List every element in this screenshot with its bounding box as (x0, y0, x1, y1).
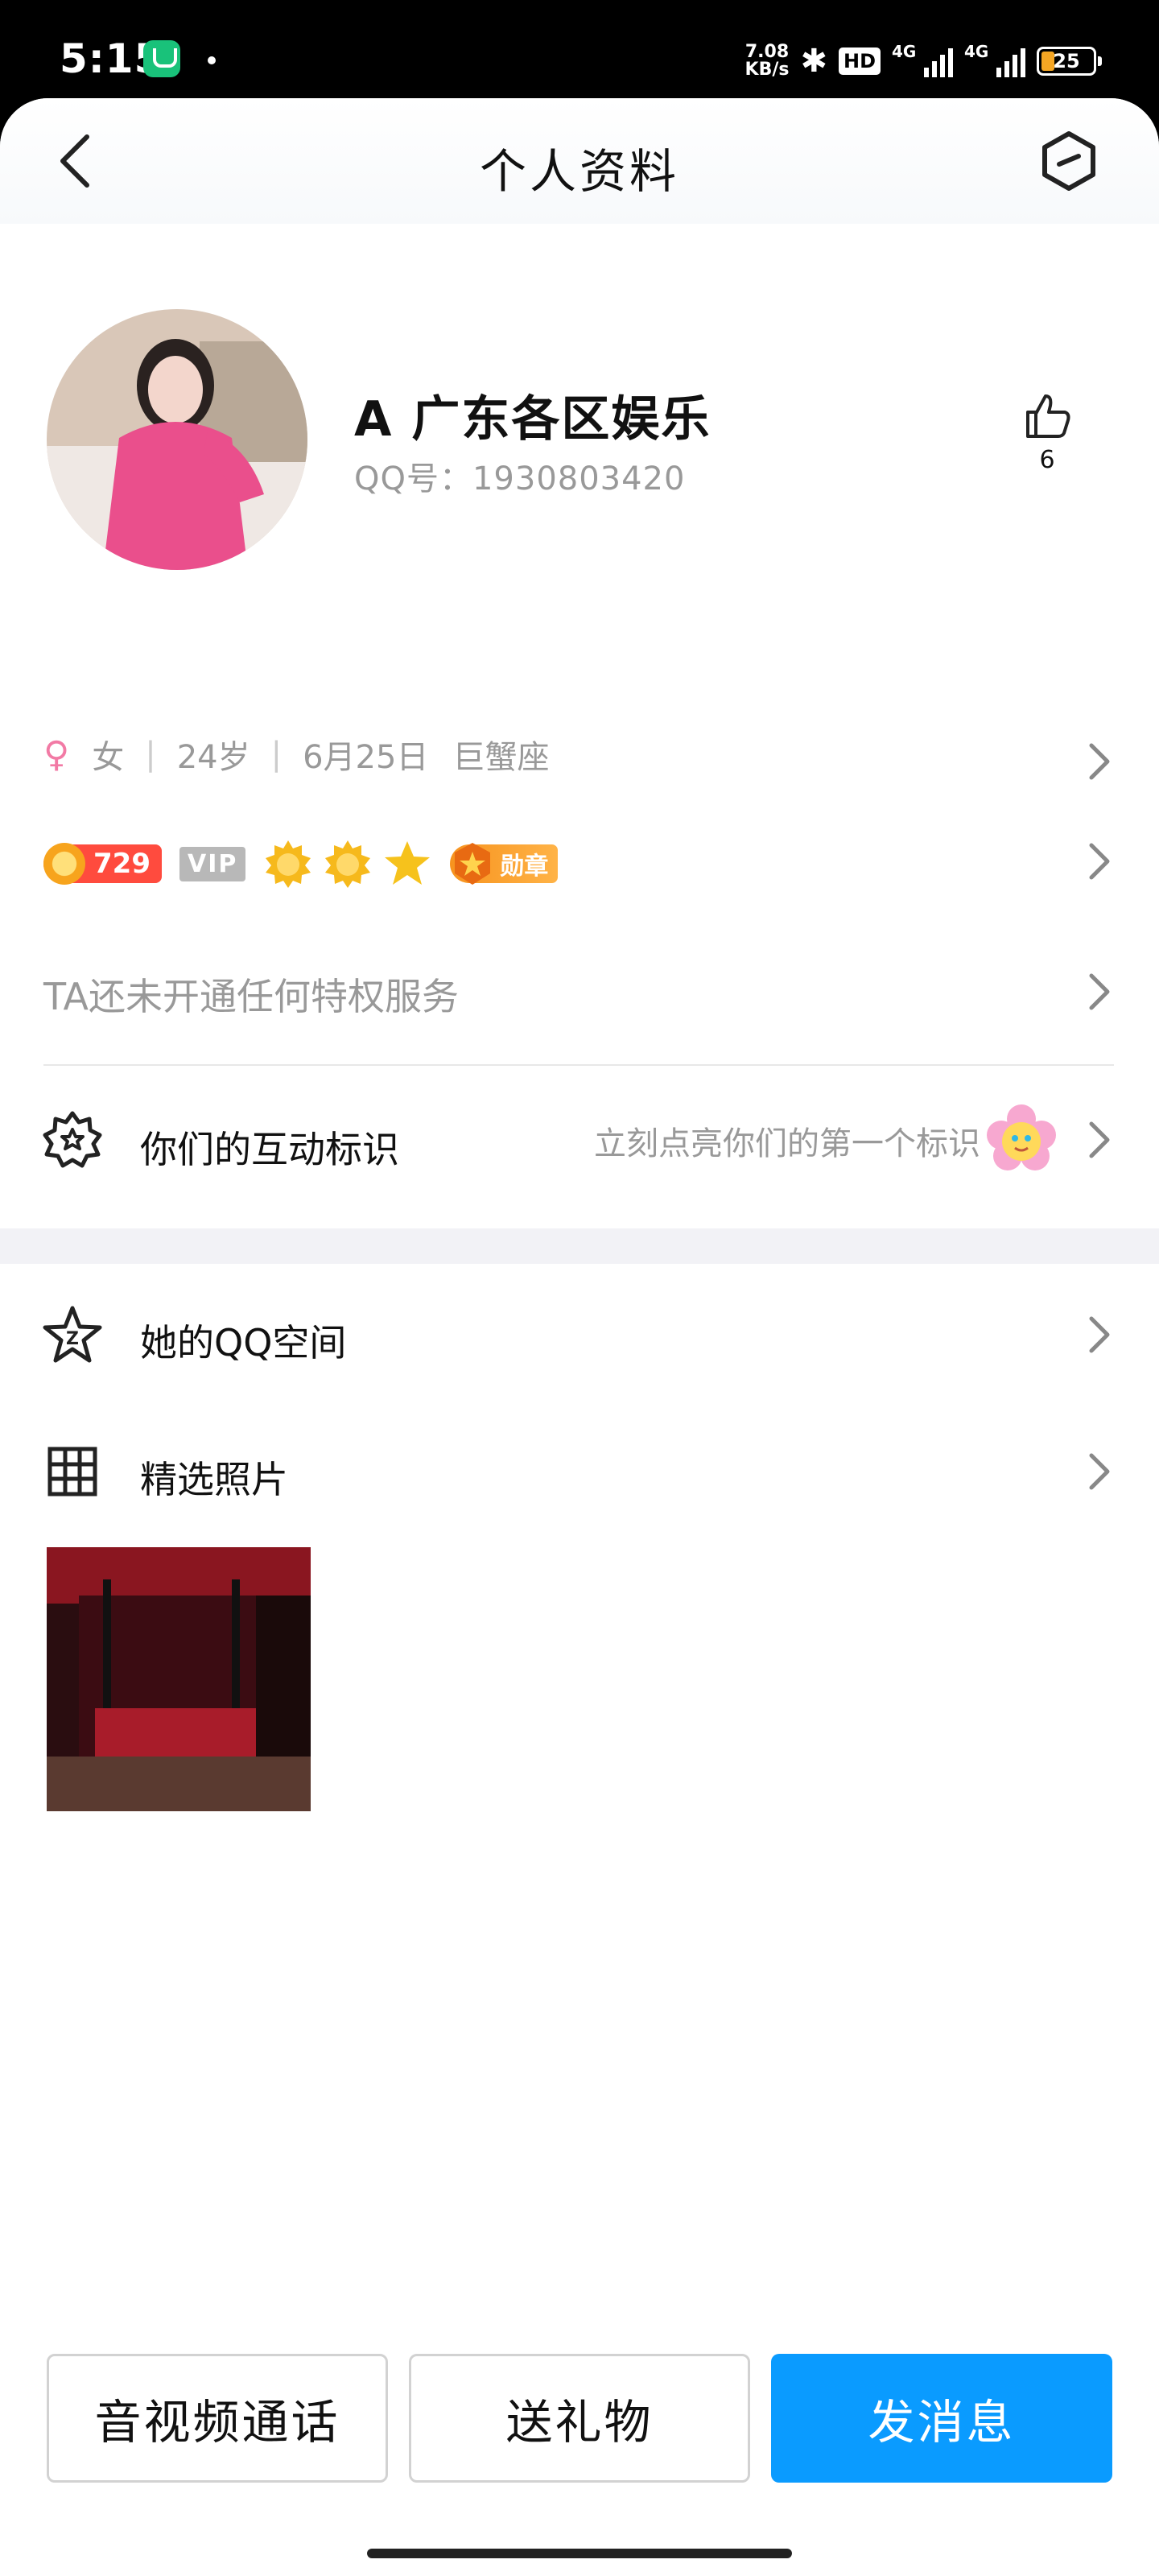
chevron-right-icon (1089, 1453, 1110, 1490)
divider (43, 1064, 1114, 1066)
female-icon: ♀ (43, 733, 70, 775)
chevron-right-icon (1089, 973, 1110, 1010)
medal-badge: 勋章 (450, 843, 559, 885)
interaction-row[interactable]: 你们的互动标识 立刻点亮你们的第一个标识 (0, 1088, 1159, 1193)
status-bar: 5:15 7.08 KB/s ✱ HD 4G 4G 25 (0, 0, 1159, 105)
profile-page: 个人资料 A 广东各区娱乐 QQ号：1930803420 6 ♀ 女 | 24岁… (0, 98, 1159, 2576)
photo-image (47, 1547, 311, 1811)
badge-gear-icon (43, 1111, 102, 1168)
photo-thumbnail[interactable] (47, 1547, 311, 1811)
qzone-star-icon: Z (43, 1306, 102, 1363)
sun-icon (266, 840, 311, 888)
avatar[interactable] (47, 309, 307, 570)
gender: 女 (92, 739, 125, 776)
sun-icon (325, 840, 371, 888)
interaction-hint: 立刻点亮你们的第一个标识 (594, 1125, 980, 1162)
app-notification-icon (143, 40, 180, 77)
medal-icon (455, 843, 491, 885)
star-icon (385, 841, 431, 885)
qzone-label: 她的QQ空间 (140, 1321, 347, 1364)
like-button[interactable]: 6 (1016, 390, 1079, 474)
photos-row[interactable]: 精选照片 (0, 1426, 1159, 1515)
grid-icon (47, 1447, 97, 1496)
chevron-right-icon (1089, 1316, 1110, 1353)
section-separator (0, 1228, 1159, 1264)
divider: | (145, 736, 156, 773)
zodiac: 巨蟹座 (452, 739, 550, 776)
privilege-text: TA还未开通任何特权服务 (43, 975, 459, 1018)
nav-bar: 个人资料 (0, 98, 1159, 224)
like-count: 6 (1039, 446, 1055, 474)
battery-icon: 25 (1037, 47, 1102, 76)
privilege-row[interactable]: TA还未开通任何特权服务 (0, 952, 1159, 1032)
home-indicator[interactable] (367, 2549, 792, 2558)
profile-name: A 广东各区娱乐 (354, 391, 711, 448)
notification-dot-icon (208, 56, 216, 64)
level-icons (263, 839, 432, 889)
avatar-image (47, 309, 307, 570)
level-badge: 729 (43, 843, 162, 885)
chevron-right-icon (1089, 843, 1110, 880)
av-call-button[interactable]: 音视频通话 (47, 2354, 388, 2483)
basic-info-row[interactable]: ♀ 女 | 24岁 | 6月25日 巨蟹座 (0, 718, 1159, 791)
photos-label: 精选照片 (140, 1458, 288, 1501)
hexagon-more-icon[interactable] (1037, 129, 1101, 193)
qzone-row[interactable]: Z 她的QQ空间 (0, 1290, 1159, 1378)
interaction-label: 你们的互动标识 (140, 1128, 399, 1171)
vip-badge: VIP (179, 846, 246, 881)
qq-number: QQ号：1930803420 (354, 460, 686, 497)
badges-row[interactable]: 729 VIP 勋章 (0, 823, 1159, 903)
status-indicators: 7.08 KB/s ✱ HD 4G 4G 25 (744, 39, 1102, 84)
divider: | (270, 736, 283, 773)
chevron-right-icon (1089, 743, 1110, 780)
bluetooth-icon: ✱ (800, 43, 827, 80)
hd-badge: HD (838, 47, 881, 75)
svg-text:Z: Z (66, 1329, 79, 1349)
age: 24岁 (176, 739, 250, 776)
network-speed: 7.08 KB/s (744, 42, 790, 80)
birthday: 6月25日 (303, 739, 429, 776)
chevron-right-icon (1089, 1121, 1110, 1158)
page-title: 个人资料 (479, 144, 679, 199)
coin-icon (43, 843, 85, 885)
basic-info: ♀ 女 | 24岁 | 6月25日 巨蟹座 (43, 731, 549, 778)
send-gift-button[interactable]: 送礼物 (409, 2354, 750, 2483)
signal-icon-1: 4G (892, 42, 953, 77)
thumbs-up-icon (1026, 394, 1070, 438)
badges: 729 VIP 勋章 (43, 839, 559, 889)
signal-icon-2: 4G (964, 42, 1025, 77)
flower-face-icon (987, 1104, 1056, 1170)
send-message-button[interactable]: 发消息 (771, 2354, 1112, 2483)
